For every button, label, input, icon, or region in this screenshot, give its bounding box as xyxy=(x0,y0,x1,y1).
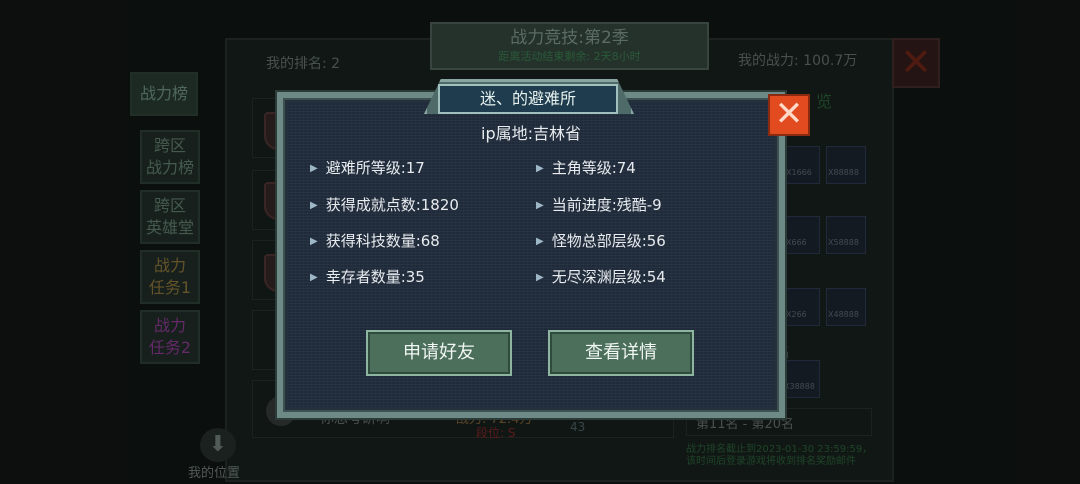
stat-monster-hq-level: ▶ 怪物总部层级:56 xyxy=(536,230,666,251)
add-friend-button[interactable]: 申请好友 xyxy=(366,330,512,376)
stat-abyss-level: ▶ 无尽深渊层级:54 xyxy=(536,266,666,287)
view-details-button[interactable]: 查看详情 xyxy=(548,330,694,376)
stat-label: 获得成就点数:1820 xyxy=(325,196,459,214)
stat-hero-level: ▶ 主角等级:74 xyxy=(536,157,636,178)
dialog-title: 迷、的避难所 xyxy=(438,84,618,114)
stat-label: 当前进度:残酷-9 xyxy=(551,196,662,214)
arrow-right-icon: ▶ xyxy=(310,163,318,174)
stat-label: 怪物总部层级:56 xyxy=(551,232,666,250)
stat-achievement-points: ▶ 获得成就点数:1820 xyxy=(310,194,459,215)
stat-label: 避难所等级:17 xyxy=(325,159,425,177)
arrow-right-icon: ▶ xyxy=(536,236,544,247)
stat-progress: ▶ 当前进度:残酷-9 xyxy=(536,194,662,215)
stat-label: 无尽深渊层级:54 xyxy=(551,268,666,286)
ip-location: ip属地:吉林省 xyxy=(481,124,581,143)
arrow-right-icon: ▶ xyxy=(536,272,544,283)
stat-shelter-level: ▶ 避难所等级:17 xyxy=(310,157,425,178)
arrow-right-icon: ▶ xyxy=(310,236,318,247)
arrow-right-icon: ▶ xyxy=(536,200,544,211)
arrow-right-icon: ▶ xyxy=(310,272,318,283)
stat-label: 获得科技数量:68 xyxy=(325,232,440,250)
stat-label: 幸存者数量:35 xyxy=(325,268,425,286)
stat-tech-count: ▶ 获得科技数量:68 xyxy=(310,230,440,251)
stat-label: 主角等级:74 xyxy=(551,159,636,177)
arrow-right-icon: ▶ xyxy=(310,200,318,211)
stat-survivor-count: ▶ 幸存者数量:35 xyxy=(310,266,425,287)
arrow-right-icon: ▶ xyxy=(536,163,544,174)
